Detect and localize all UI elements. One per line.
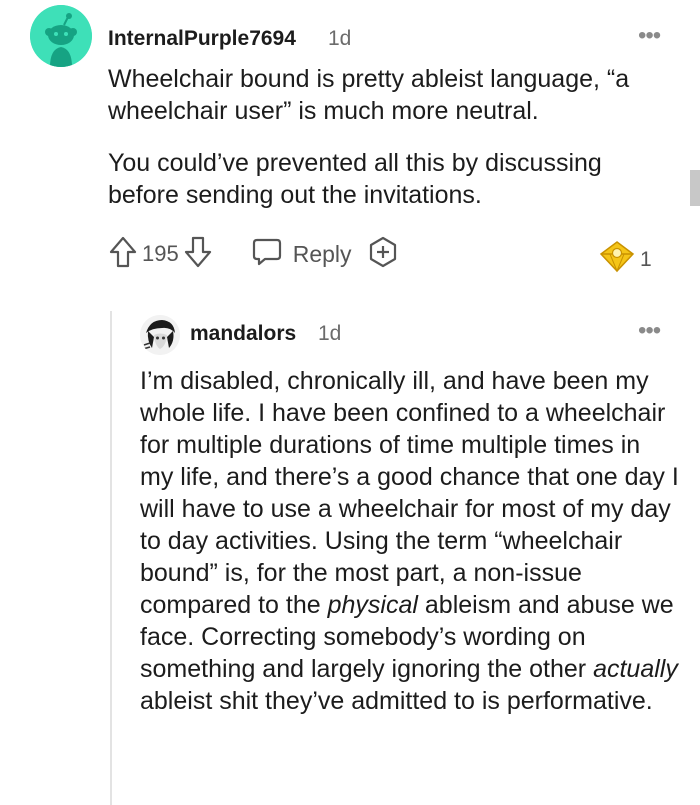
downvote-icon[interactable] xyxy=(183,235,213,274)
award-count: 1 xyxy=(640,247,652,271)
timestamp[interactable]: 1d xyxy=(328,27,351,51)
scrollbar-thumb[interactable] xyxy=(690,170,700,206)
reply-button[interactable]: Reply xyxy=(251,236,352,273)
comment-paragraph: You could’ve prevented all this by discu… xyxy=(108,149,602,209)
emphasis-text: actually xyxy=(593,655,678,683)
thread-line[interactable] xyxy=(110,311,112,805)
reply-label: Reply xyxy=(292,240,352,267)
reddit-snoo-avatar xyxy=(30,5,92,67)
reply-body: I’m disabled, chronically ill, and have … xyxy=(140,365,680,717)
reply-icon xyxy=(251,236,283,273)
user-avatar-icon xyxy=(140,315,180,355)
gold-award-icon xyxy=(598,240,636,279)
award-icon[interactable] xyxy=(366,235,400,274)
emphasis-text: physical xyxy=(327,591,418,619)
reply-text: ableist shit they’ve admitted to is perf… xyxy=(140,687,653,715)
timestamp[interactable]: 1d xyxy=(318,322,341,346)
username[interactable]: mandalors xyxy=(190,322,296,346)
avatar[interactable] xyxy=(140,315,180,355)
comment-actions: 195 Reply xyxy=(108,236,400,272)
reply-text: I’m disabled, chronically ill, and have … xyxy=(140,367,679,619)
more-options-icon[interactable]: ••• xyxy=(638,317,661,345)
avatar[interactable] xyxy=(30,5,92,67)
award-badge[interactable]: 1 xyxy=(598,240,652,279)
upvote-icon[interactable] xyxy=(108,235,138,274)
username[interactable]: InternalPurple7694 xyxy=(108,27,296,51)
comment-paragraph: Wheelchair bound is pretty ableist langu… xyxy=(108,65,630,125)
more-options-icon[interactable]: ••• xyxy=(638,22,661,50)
vote-count: 195 xyxy=(142,241,179,266)
